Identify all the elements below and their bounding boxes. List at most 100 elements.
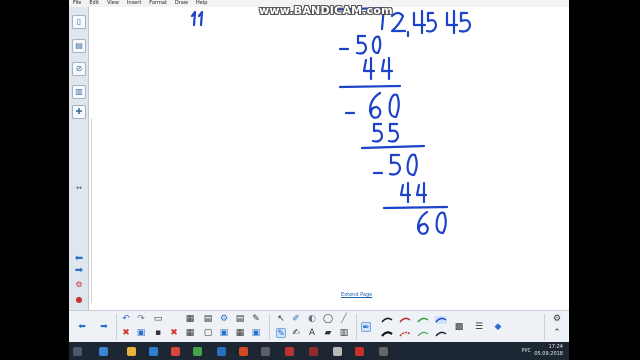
page-sorter-icon[interactable]: ▯ <box>72 15 86 29</box>
toolbar-separator <box>269 314 270 340</box>
properties-icon[interactable]: ▥ <box>72 85 86 99</box>
side-tool-icon[interactable]: ⚙ <box>72 279 86 291</box>
doc-icon[interactable]: ▤ <box>235 314 245 324</box>
fill-icon[interactable]: ▰ <box>323 328 333 338</box>
extend-page-link[interactable]: Extend Page <box>341 292 372 298</box>
ink-rule-3 <box>382 205 449 210</box>
edge-icon[interactable] <box>149 347 158 356</box>
side-tab-strip: ▯ ▤ ⊘ ▥ ✚ ↔ ⬅ ➡ ⚙ ● <box>69 7 89 310</box>
whiteboard-canvas[interactable]: Extend Page <box>92 7 569 309</box>
clock-time: 17:24 <box>548 344 563 350</box>
select-icon[interactable]: ↖ <box>276 314 286 324</box>
eraser-icon[interactable]: ◐ <box>307 314 317 324</box>
redo-icon[interactable]: ↷ <box>136 314 146 324</box>
pen-icon[interactable]: ✎ <box>276 328 286 339</box>
expand-toolbar-icon[interactable]: ⌃ <box>552 328 562 338</box>
notepad-icon[interactable] <box>333 347 342 356</box>
insert-page-icon[interactable]: ▣ <box>136 328 146 338</box>
toolbox-icon[interactable]: ▣ <box>251 328 261 338</box>
acrobat-icon[interactable] <box>309 347 318 356</box>
bottom-toolbar: ⬅ ➡ ↶ ↷ ✖ ▣ ▭ ▪ ✖ ▦ ▦ ▤ ▢ ⚙ ▣ ▤ ▦ ✎ ▣ ↖ … <box>69 310 569 342</box>
language-indicator[interactable]: РУС <box>521 348 531 354</box>
side-record-icon[interactable]: ● <box>72 294 86 306</box>
handwriting-ink <box>190 7 472 235</box>
bandicam-icon[interactable] <box>355 347 364 356</box>
text-icon[interactable]: A <box>307 328 317 338</box>
response-icon[interactable]: ▣ <box>219 328 229 338</box>
attachments-icon[interactable]: ⊘ <box>72 62 86 76</box>
ink-digits-11 <box>190 10 204 27</box>
tools-icon[interactable]: ✎ <box>251 314 261 324</box>
gallery-icon[interactable]: ▤ <box>72 39 86 53</box>
highlighter-icon[interactable]: ✍ <box>291 328 301 338</box>
side-right-arrow-icon[interactable]: ➡ <box>72 265 86 277</box>
document-camera-icon[interactable]: ▤ <box>203 314 213 324</box>
add-icon[interactable]: ▦ <box>235 328 245 338</box>
undo-icon[interactable]: ↶ <box>121 314 131 324</box>
menu-draw[interactable]: Draw <box>175 0 188 7</box>
word-icon[interactable] <box>217 347 226 356</box>
previous-page-icon[interactable]: ⬅ <box>77 322 87 332</box>
opera-icon[interactable] <box>171 347 180 356</box>
screen-capture-icon[interactable]: ▦ <box>185 314 195 324</box>
system-clock[interactable]: 17:24 05.09.2018 <box>534 344 563 358</box>
settings-icon[interactable]: ⚙ <box>552 314 562 324</box>
full-screen-icon[interactable]: ▢ <box>203 328 213 338</box>
line-style-light-icon[interactable] <box>417 330 429 338</box>
color-palette-icon[interactable]: ▩ <box>454 322 464 332</box>
app-icon[interactable] <box>261 347 270 356</box>
thickness-icon[interactable]: ☰ <box>474 322 484 332</box>
ink-step-44 <box>362 56 394 81</box>
line-style-red-icon[interactable] <box>399 316 411 324</box>
side-left-arrow-icon[interactable]: ⬅ <box>72 253 86 265</box>
bandicam-watermark: www.BANDICAM.com <box>259 4 393 17</box>
line-style-dark-blue-icon[interactable] <box>435 330 447 338</box>
ink-rule-2 <box>360 144 426 150</box>
line-style-blue-icon[interactable] <box>435 316 447 324</box>
ink-step-55 <box>371 122 400 143</box>
line-style-dashed-icon[interactable] <box>399 330 411 338</box>
toolbar-separator <box>544 314 545 340</box>
display-icon[interactable]: ▪ <box>153 328 163 338</box>
magic-pen-icon[interactable]: ✐ <box>291 314 301 324</box>
collapse-sidebar-icon[interactable]: ↔ <box>72 182 86 194</box>
measurement-icon[interactable]: ▥ <box>339 328 349 338</box>
start-icon[interactable] <box>73 347 82 356</box>
smart-notebook-window: File Edit View Insert Format Draw Help ▯… <box>69 0 569 360</box>
pen-type-icon[interactable]: ✒ <box>361 322 371 333</box>
menu-insert[interactable]: Insert <box>127 0 141 7</box>
screen-shade-icon[interactable]: ▭ <box>153 314 163 324</box>
smart-notebook-icon[interactable] <box>285 347 294 356</box>
ink-quotient <box>390 9 472 38</box>
toolbar-separator <box>356 314 357 340</box>
media-icon[interactable] <box>379 347 388 356</box>
line-style-green-icon[interactable] <box>417 316 429 324</box>
ink-step-50 <box>338 34 382 55</box>
file-explorer-icon[interactable] <box>127 347 136 356</box>
line-style-black-icon[interactable] <box>381 316 393 324</box>
toolbar-separator <box>116 314 117 340</box>
next-page-icon[interactable]: ➡ <box>99 322 109 332</box>
clock-date: 05.09.2018 <box>534 351 563 357</box>
task-view-icon[interactable] <box>99 347 108 356</box>
menu-help[interactable]: Help <box>196 0 207 7</box>
clear-page-icon[interactable]: ✖ <box>121 328 131 338</box>
menu-edit[interactable]: Edit <box>89 0 99 7</box>
line-style-thick-icon[interactable] <box>381 330 393 338</box>
shapes-icon[interactable]: ◯ <box>323 314 333 324</box>
menu-view[interactable]: View <box>107 0 119 7</box>
delete-icon[interactable]: ✖ <box>169 328 179 338</box>
chrome-icon[interactable] <box>193 347 202 356</box>
menu-format[interactable]: Format <box>149 0 167 7</box>
properties-icon[interactable]: ⚙ <box>219 314 229 324</box>
line-icon[interactable]: ╱ <box>339 314 349 324</box>
fill-effects-icon[interactable]: ◆ <box>493 322 503 332</box>
powerpoint-icon[interactable] <box>239 347 248 356</box>
ink-step-44b <box>399 181 428 204</box>
ink-step-50b <box>372 153 418 177</box>
ink-rule-1 <box>338 84 402 89</box>
addons-icon[interactable]: ✚ <box>72 105 86 119</box>
menu-file[interactable]: File <box>73 0 81 7</box>
table-icon[interactable]: ▦ <box>185 328 195 338</box>
ink-step-60b <box>416 210 447 235</box>
